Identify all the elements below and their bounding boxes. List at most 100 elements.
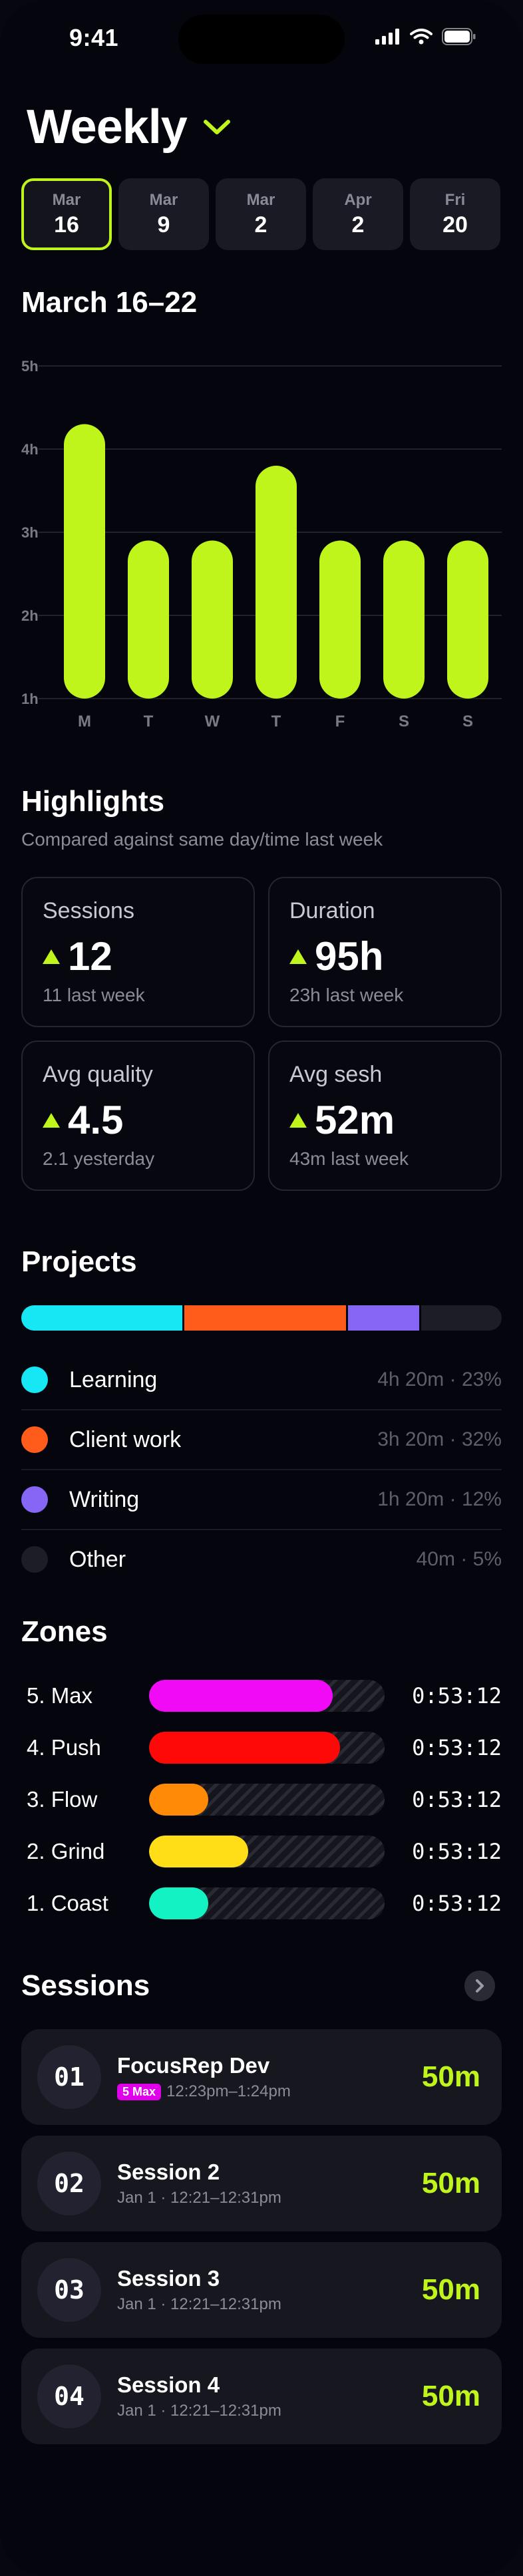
period-selector[interactable]: Weekly <box>27 100 231 154</box>
zone-row[interactable]: 3. Flow 0:53:12 <box>21 1774 502 1826</box>
date-tab[interactable]: Mar 2 <box>216 178 306 250</box>
project-segment <box>421 1305 502 1331</box>
zone-row[interactable]: 5. Max 0:53:12 <box>21 1670 502 1722</box>
zone-row[interactable]: 2. Grind 0:53:12 <box>21 1826 502 1877</box>
zone-name: 5. Max <box>27 1683 93 1708</box>
sessions-more-button[interactable] <box>464 1971 495 2001</box>
bar[interactable] <box>128 540 169 699</box>
session-card[interactable]: 04 Session 4 Jan 1 · 12:21–12:31pm 50m <box>21 2348 502 2444</box>
project-segment <box>347 1305 419 1331</box>
session-name: Session 4 <box>117 2372 220 2397</box>
zone-name: 3. Flow <box>27 1787 98 1812</box>
date-tab[interactable]: Fri 20 <box>410 178 500 250</box>
x-tick-label: T <box>271 713 281 730</box>
highlight-card-duration[interactable]: Duration 95h 23h last week <box>268 877 502 1027</box>
session-number: 02 <box>37 2152 101 2215</box>
session-meta-row: Jan 1 · 12:21–12:31pm <box>117 2189 422 2207</box>
project-color-dot <box>21 1486 48 1513</box>
date-tab-day: 2 <box>254 212 267 238</box>
bar[interactable] <box>192 540 233 699</box>
project-segment <box>21 1305 183 1331</box>
zone-time: 0:53:12 <box>412 1839 502 1864</box>
zone-name: 2. Grind <box>27 1839 105 1863</box>
card-value-row: 52m <box>289 1097 480 1143</box>
project-row[interactable]: Client work 3h 20m · 32% <box>21 1410 502 1470</box>
project-color-dot <box>21 1367 48 1393</box>
x-tick-label: M <box>78 713 91 730</box>
date-tab-month: Mar <box>52 190 81 209</box>
zone-row[interactable]: 1. Coast 0:53:12 <box>21 1877 502 1929</box>
date-tab[interactable]: Apr 2 <box>313 178 403 250</box>
chevron-down-icon[interactable] <box>203 118 231 136</box>
zones-list: 5. Max 0:53:12 4. Push 0:53:12 3. Flow 0… <box>21 1670 502 1929</box>
triangle-up-icon <box>43 1112 60 1128</box>
card-comparison: 2.1 yesterday <box>43 1148 155 1169</box>
card-value-row: 4.5 <box>43 1097 234 1143</box>
zone-name: 4. Push <box>27 1735 101 1760</box>
session-card[interactable]: 02 Session 2 Jan 1 · 12:21–12:31pm 50m <box>21 2136 502 2231</box>
zone-progress-track <box>149 1887 385 1919</box>
zone-progress-track <box>149 1680 385 1712</box>
zone-progress-fill <box>149 1836 248 1867</box>
date-tab-day: 16 <box>54 212 79 238</box>
zone-progress-fill <box>149 1732 340 1764</box>
session-info: Session 4 Jan 1 · 12:21–12:31pm <box>117 2372 422 2420</box>
status-bar: 9:41 <box>0 0 523 80</box>
bar[interactable] <box>383 540 425 699</box>
bar[interactable] <box>319 540 361 699</box>
session-card[interactable]: 03 Session 3 Jan 1 · 12:21–12:31pm 50m <box>21 2242 502 2338</box>
date-tab-month: Mar <box>149 190 178 209</box>
session-meta: Jan 1 · 12:21–12:31pm <box>117 2189 281 2207</box>
card-value: 95h <box>315 934 384 979</box>
card-value: 12 <box>68 934 112 979</box>
card-comparison: 43m last week <box>289 1148 409 1169</box>
session-name: Session 3 <box>117 2266 220 2291</box>
date-tab[interactable]: Mar 9 <box>118 178 209 250</box>
projects-list: Learning 4h 20m · 23% Client work 3h 20m… <box>21 1351 502 1589</box>
highlight-card-avg-sesh[interactable]: Avg sesh 52m 43m last week <box>268 1041 502 1191</box>
session-meta-row: 5 Max 12:23pm–1:24pm <box>117 2082 422 2101</box>
project-name: Learning <box>69 1367 158 1392</box>
bar[interactable] <box>447 540 488 699</box>
project-row[interactable]: Other 40m · 5% <box>21 1530 502 1589</box>
y-tick-label: 1h <box>21 691 39 707</box>
week-range-title: March 16–22 <box>21 286 198 319</box>
triangle-up-icon <box>43 949 60 964</box>
zone-progress-track <box>149 1784 385 1816</box>
highlight-cards: Sessions 12 11 last week Duration 95h 23… <box>21 877 502 1191</box>
chevron-right-icon <box>476 1979 484 1993</box>
project-segment <box>184 1305 346 1331</box>
zone-time: 0:53:12 <box>412 1735 502 1760</box>
date-tab-day: 20 <box>442 212 468 238</box>
date-tab[interactable]: Mar 16 <box>21 178 112 250</box>
triangle-up-icon <box>289 1112 307 1128</box>
card-value-row: 95h <box>289 933 480 979</box>
highlights-subtitle: Compared against same day/time last week <box>21 829 383 850</box>
project-row[interactable]: Writing 1h 20m · 12% <box>21 1470 502 1530</box>
app-screen: 9:41 Weekly Mar 16 Mar 9 Mar 2 Apr 2 Fri… <box>0 0 523 2576</box>
x-tick-label: S <box>399 713 409 730</box>
sessions-header: Sessions <box>21 1969 502 2003</box>
session-meta: Jan 1 · 12:21–12:31pm <box>117 2402 281 2420</box>
highlight-card-sessions[interactable]: Sessions 12 11 last week <box>21 877 255 1027</box>
page-title: Weekly <box>27 100 188 154</box>
card-value-row: 12 <box>43 933 234 979</box>
y-tick-label: 3h <box>21 524 39 541</box>
session-card[interactable]: 01 FocusRep Dev 5 Max 12:23pm–1:24pm 50m <box>21 2029 502 2125</box>
date-tab-day: 2 <box>351 212 365 238</box>
x-tick-label: S <box>462 713 473 730</box>
session-duration: 50m <box>421 2380 480 2412</box>
zone-time: 0:53:12 <box>412 1787 502 1812</box>
y-tick-label: 4h <box>21 441 39 458</box>
card-label: Avg quality <box>43 1062 153 1087</box>
dynamic-island <box>178 15 345 64</box>
x-tick-label: W <box>205 713 220 730</box>
highlight-card-avg-quality[interactable]: Avg quality 4.5 2.1 yesterday <box>21 1041 255 1191</box>
bar[interactable] <box>256 466 297 699</box>
zone-row[interactable]: 4. Push 0:53:12 <box>21 1722 502 1774</box>
bar[interactable] <box>64 424 105 699</box>
project-row[interactable]: Learning 4h 20m · 23% <box>21 1351 502 1410</box>
project-color-dot <box>21 1426 48 1453</box>
card-label: Avg sesh <box>289 1062 383 1087</box>
session-duration: 50m <box>421 2060 480 2093</box>
